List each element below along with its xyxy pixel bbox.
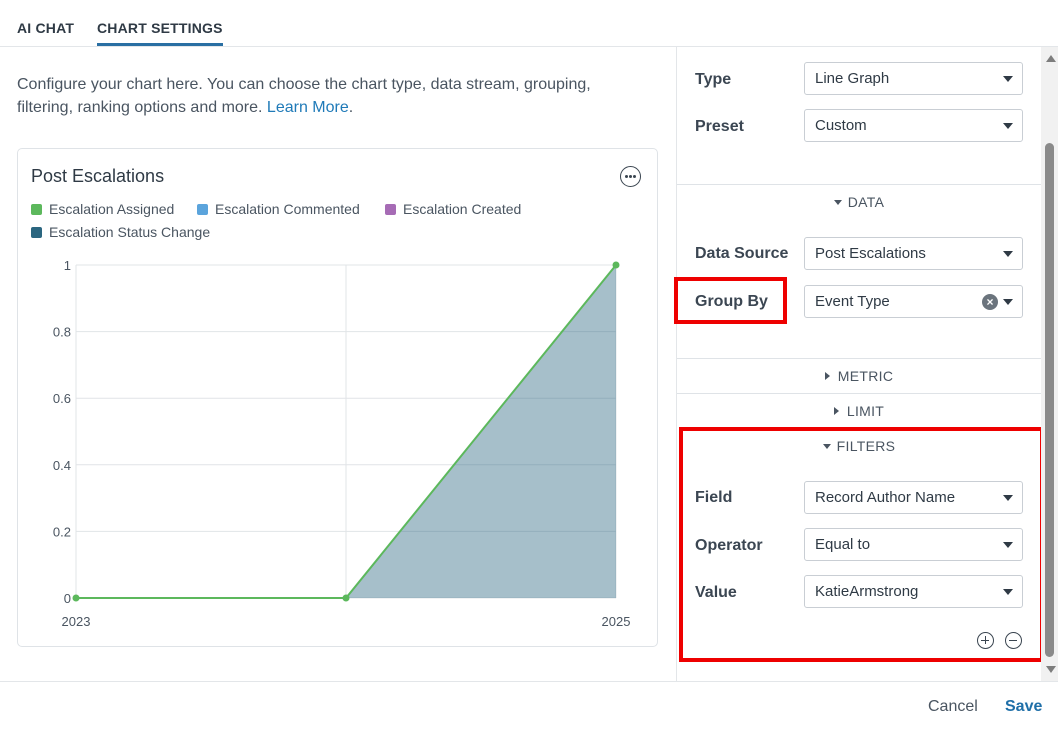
group-by-select[interactable]: Event Type × xyxy=(804,285,1023,318)
y-tick-label: 0.6 xyxy=(53,391,71,406)
section-limit-toggle[interactable]: LIMIT xyxy=(677,403,1041,419)
area-chart: 0 0.2 0.4 0.6 0.8 1 2023 2025 xyxy=(53,258,631,629)
chevron-down-icon xyxy=(1003,542,1013,548)
y-tick-label: 0.2 xyxy=(53,524,71,539)
scroll-up-icon[interactable] xyxy=(1046,55,1056,62)
caret-right-icon xyxy=(824,372,830,380)
intro-text: Configure your chart here. You can choos… xyxy=(17,73,637,119)
y-tick-label: 0.8 xyxy=(53,325,71,340)
operator-label: Operator xyxy=(695,537,763,554)
scrollbar[interactable] xyxy=(1041,47,1058,681)
divider xyxy=(677,184,1041,185)
section-metric-toggle[interactable]: METRIC xyxy=(677,368,1041,384)
divider xyxy=(677,393,1041,394)
dialog-footer: Cancel Save xyxy=(0,681,1058,730)
scroll-down-icon[interactable] xyxy=(1046,666,1056,673)
field-value: Record Author Name xyxy=(815,489,956,506)
section-filters-label: FILTERS xyxy=(836,438,896,454)
chevron-down-icon xyxy=(1003,251,1013,257)
clear-icon[interactable]: × xyxy=(982,294,998,310)
chevron-down-icon xyxy=(1003,299,1013,305)
type-label: Type xyxy=(695,71,732,88)
cancel-button[interactable]: Cancel xyxy=(928,698,978,716)
save-button[interactable]: Save xyxy=(1005,698,1042,716)
preset-select[interactable]: Custom xyxy=(804,109,1023,142)
chevron-down-icon xyxy=(1003,589,1013,595)
chart-preview-pane: Configure your chart here. You can choos… xyxy=(0,47,676,681)
field-select[interactable]: Record Author Name xyxy=(804,481,1023,514)
field-label: Field xyxy=(695,489,733,506)
scrollbar-thumb[interactable] xyxy=(1045,143,1054,657)
add-filter-icon[interactable] xyxy=(977,632,994,649)
chevron-down-icon xyxy=(1003,495,1013,501)
caret-down-icon xyxy=(833,200,842,205)
caret-right-icon xyxy=(833,407,839,415)
value-value: KatieArmstrong xyxy=(815,583,919,600)
tab-bar: AI CHAT CHART SETTINGS xyxy=(0,0,1058,47)
data-point xyxy=(612,261,620,269)
preset-label: Preset xyxy=(695,118,744,135)
settings-pane: Type Line Graph Preset Custom DATA Data … xyxy=(674,47,1058,681)
divider xyxy=(677,358,1041,359)
data-source-select[interactable]: Post Escalations xyxy=(804,237,1023,270)
operator-value: Equal to xyxy=(815,536,871,553)
intro-trailing: . xyxy=(348,99,354,116)
chevron-down-icon xyxy=(1003,123,1013,129)
preset-value: Custom xyxy=(815,117,867,134)
chart-card: Post Escalations Escalation Assigned Esc… xyxy=(17,148,658,647)
section-filters-toggle[interactable]: FILTERS xyxy=(677,438,1041,454)
y-tick-label: 1 xyxy=(64,258,71,273)
chevron-down-icon xyxy=(1003,76,1013,82)
y-tick-label: 0.4 xyxy=(53,458,71,473)
data-point xyxy=(72,594,80,602)
data-source-value: Post Escalations xyxy=(815,245,926,262)
section-limit-label: LIMIT xyxy=(846,403,885,419)
x-tick-label: 2023 xyxy=(62,614,91,629)
x-tick-label: 2025 xyxy=(602,614,631,629)
section-metric-label: METRIC xyxy=(837,368,894,384)
value-label: Value xyxy=(695,584,737,601)
type-value: Line Graph xyxy=(815,70,890,87)
data-source-label: Data Source xyxy=(695,245,789,262)
data-point xyxy=(342,594,350,602)
section-data-label: DATA xyxy=(847,194,885,210)
tab-chart-settings[interactable]: CHART SETTINGS xyxy=(97,20,223,46)
tab-ai-chat[interactable]: AI CHAT xyxy=(17,20,74,36)
remove-filter-icon[interactable] xyxy=(1005,632,1022,649)
y-tick-label: 0 xyxy=(64,591,71,606)
value-select[interactable]: KatieArmstrong xyxy=(804,575,1023,608)
learn-more-link[interactable]: Learn More xyxy=(267,99,349,116)
group-by-label: Group By xyxy=(695,293,768,310)
type-select[interactable]: Line Graph xyxy=(804,62,1023,95)
section-data-toggle[interactable]: DATA xyxy=(677,194,1041,210)
caret-down-icon xyxy=(822,444,831,449)
operator-select[interactable]: Equal to xyxy=(804,528,1023,561)
group-by-value: Event Type xyxy=(815,293,890,310)
